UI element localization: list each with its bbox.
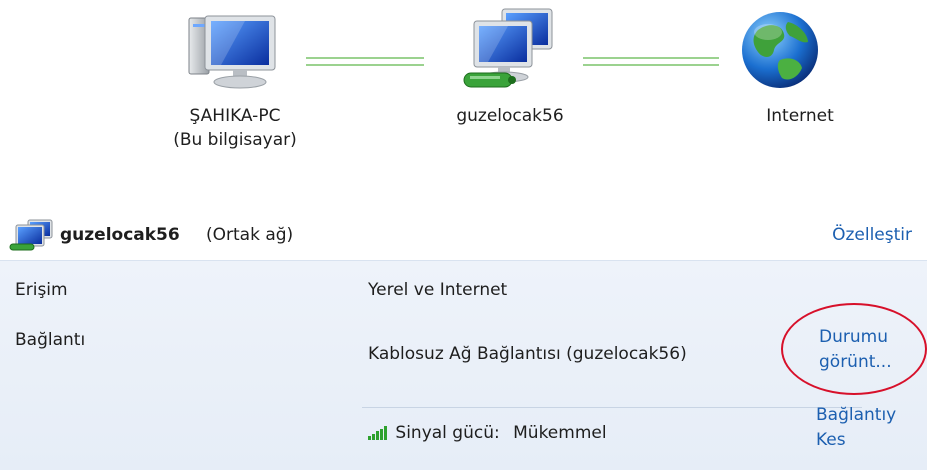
network-name: guzelocak56 <box>60 225 180 245</box>
network-header: guzelocak56 (Ortak ağ) Özelleştir <box>0 210 927 260</box>
disconnect-line2: Kes <box>816 430 846 450</box>
computer-subtitle: (Bu bilgisayar) <box>173 130 297 150</box>
network-details-panel: Erişim Yerel ve Internet Bağlantı Kablos… <box>0 260 927 470</box>
computer-label: ŞAHIKA-PC (Bu bilgisayar) <box>140 104 330 152</box>
row-separator <box>362 407 862 408</box>
network-sharing-center: ŞAHIKA-PC (Bu bilgisayar) guzelocak56 In… <box>0 0 927 470</box>
internet-label: Internet <box>766 106 834 126</box>
network-category: (Ortak ağ) <box>206 225 294 245</box>
highlight-ellipse <box>781 303 927 395</box>
connection-value[interactable]: Kablosuz Ağ Bağlantısı (guzelocak56) <box>368 344 687 364</box>
wireless-network-icon <box>8 218 56 256</box>
disconnect-line1: Bağlantıy <box>816 405 897 425</box>
computer-name: ŞAHIKA-PC <box>189 106 281 126</box>
disconnect-link[interactable]: Bağlantıy Kes <box>816 403 896 453</box>
access-label: Erişim <box>15 280 68 300</box>
customize-link[interactable]: Özelleştir <box>832 225 912 245</box>
signal-strength: Sinyal gücü: Mükemmel <box>368 423 607 443</box>
computer-icon[interactable] <box>185 12 285 96</box>
network-router-icon[interactable] <box>460 5 560 99</box>
connection-label: Bağlantı <box>15 330 86 350</box>
connection-line-computer-router <box>306 57 424 66</box>
access-value: Yerel ve Internet <box>368 280 508 300</box>
globe-icon[interactable] <box>738 8 822 96</box>
router-label: guzelocak56 <box>456 106 564 126</box>
signal-label: Sinyal gücü: <box>395 423 500 443</box>
signal-value: Mükemmel <box>513 423 607 443</box>
signal-bars-icon <box>368 423 395 443</box>
connection-line-router-internet <box>583 57 719 66</box>
